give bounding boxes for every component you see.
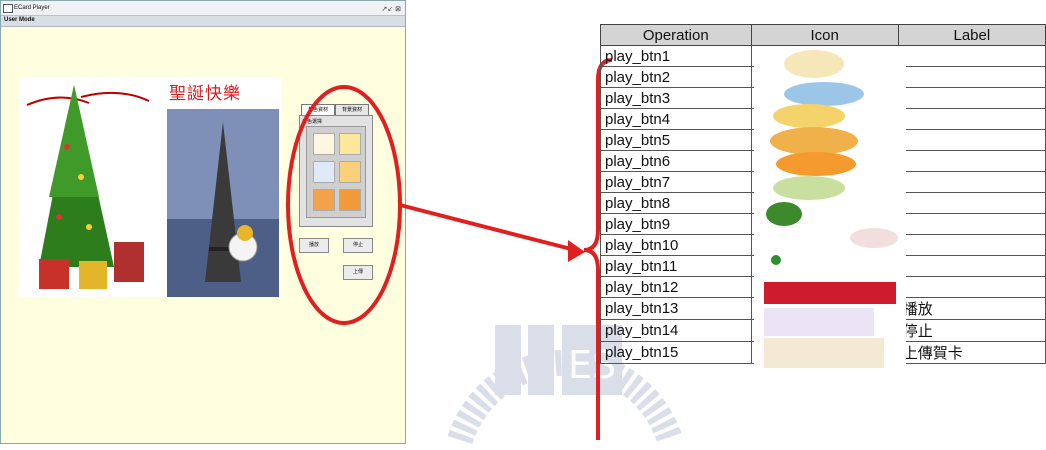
label-cell [897,234,1046,256]
icon-sprite-strip [754,46,906,371]
label-cell [897,213,1046,235]
brace-bottom [583,248,600,440]
label-cell [897,87,1046,109]
label-cell: 播放 [897,297,1046,320]
label-cell: 停止 [897,319,1046,342]
header-icon: Icon [750,24,899,46]
operation-cell: play_btn14 [600,319,752,342]
operation-cell: play_btn9 [600,213,752,235]
tree-icon [766,202,802,226]
label-cell [897,150,1046,172]
callout-ellipse [286,85,402,325]
operation-cell: play_btn4 [600,108,752,130]
operation-cell: play_btn11 [600,255,752,277]
label-cell: 上傳賀卡 [897,341,1046,364]
operation-cell: play_btn10 [600,234,752,256]
label-cell [897,276,1046,298]
operation-cell: play_btn6 [600,150,752,172]
operation-cell: play_btn5 [600,129,752,151]
label-cell [897,129,1046,151]
lavender-swatch-icon [764,308,874,336]
leaf-icon [771,255,781,265]
operation-cell: play_btn15 [600,341,752,364]
callout-arrow [399,203,576,252]
operation-cell: play_btn13 [600,297,752,320]
label-cell [897,171,1046,193]
label-cell [897,66,1046,88]
header-label: Label [897,24,1046,46]
cartoon-face-icon [784,50,844,78]
operation-cell: play_btn12 [600,276,752,298]
operation-cell: play_btn2 [600,66,752,88]
operation-cell: play_btn7 [600,171,752,193]
operation-cell: play_btn1 [600,45,752,67]
label-cell [897,192,1046,214]
red-banner-icon [764,282,896,304]
label-cell [897,255,1046,277]
operation-cell: play_btn8 [600,192,752,214]
header-operation: Operation [600,24,752,46]
label-cell [897,108,1046,130]
operation-cell: play_btn3 [600,87,752,109]
label-cell [897,45,1046,67]
beige-swatch-icon [764,338,884,368]
